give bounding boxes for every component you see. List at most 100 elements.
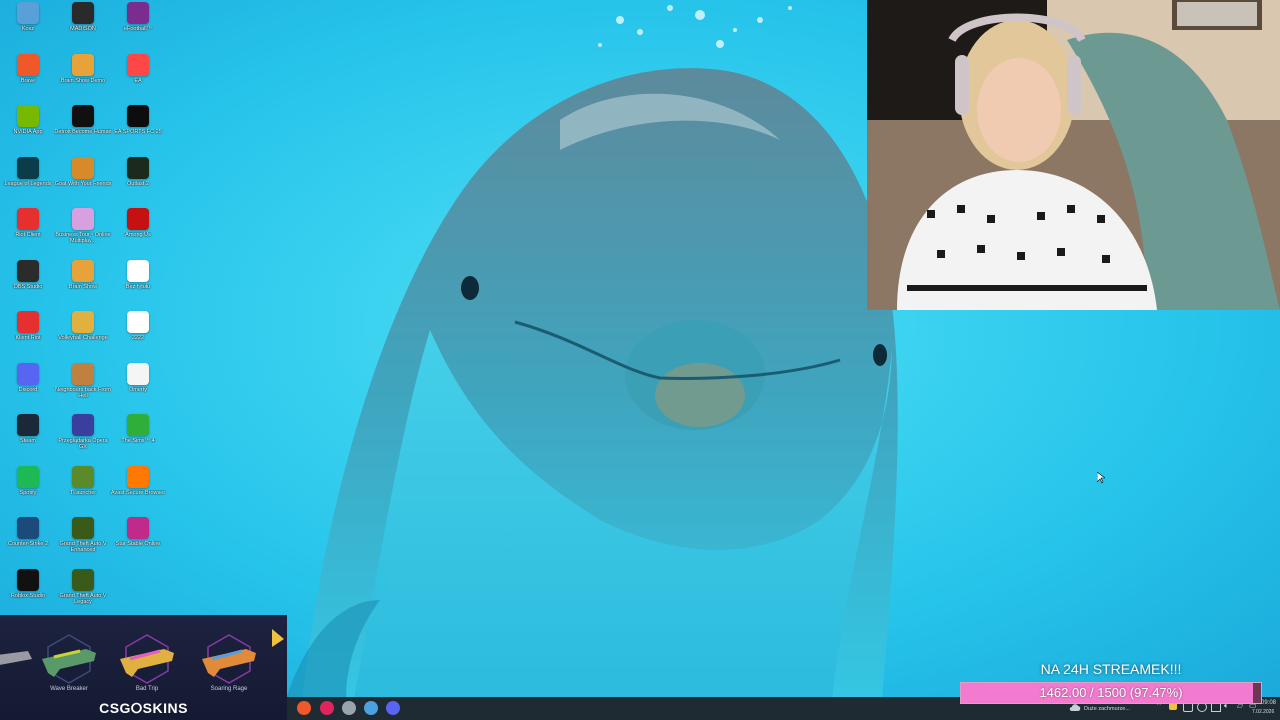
- among-us-icon: [127, 208, 149, 230]
- desktop-icon-label: Riot Client: [15, 232, 41, 238]
- desktop-icon[interactable]: Riot Client: [0, 208, 56, 258]
- skin-card[interactable]: Soaring Rage: [200, 629, 258, 693]
- brain-show-icon: [72, 53, 94, 76]
- weather-text[interactable]: Duże zachmurze...: [1084, 706, 1130, 712]
- desktop-icon[interactable]: Steam: [0, 414, 56, 464]
- desktop-icon[interactable]: eFootball™: [110, 2, 166, 52]
- star-stable-icon: [127, 517, 149, 539]
- gta-icon: [72, 568, 94, 591]
- desktop-icon[interactable]: TLauncher: [55, 465, 111, 516]
- desktop-icon-label: Detroit Become Human: [54, 129, 112, 135]
- gta-icon: [72, 517, 94, 539]
- rifle-skin-image: [42, 634, 96, 684]
- desktop-icon[interactable]: 2222: [110, 311, 166, 361]
- opera-gx-icon[interactable]: [320, 701, 334, 715]
- brave-icon: [17, 53, 39, 76]
- csgoskins-widget[interactable]: Wave Breaker Bad Trip Soaring Rage CSG⭘S…: [0, 615, 287, 720]
- fc25-icon: [127, 105, 149, 127]
- skin-card[interactable]: Bad Trip: [118, 629, 176, 693]
- webcam-overlay: [867, 0, 1280, 310]
- tlauncher-icon: [72, 465, 94, 488]
- roblox-icon: [17, 568, 39, 591]
- clock-date[interactable]: 7.02.2026: [1252, 709, 1274, 715]
- webcam-feed-image: [867, 0, 1280, 310]
- desktop-icon-label: Goat With Your Friends: [54, 180, 112, 187]
- desktop-icon-label: Przeglądarka Opera GX: [58, 438, 108, 450]
- obs-icon: [17, 259, 39, 282]
- desktop-icon-label: Kosz: [21, 26, 35, 32]
- sims-icon: [127, 414, 149, 436]
- desktop-icon[interactable]: Star Stable Online: [110, 517, 166, 567]
- desktop-icon-label: TLauncher: [69, 489, 97, 496]
- desktop-icon[interactable]: Grand Theft Auto V Enhanced: [55, 517, 111, 567]
- desktop-icon-label: Omerty: [128, 386, 148, 393]
- chrome-icon[interactable]: [364, 701, 378, 715]
- desktop-icon-label: Star Stable Online: [115, 541, 161, 547]
- desktop-icon[interactable]: Spotify: [0, 465, 56, 516]
- desktop-icon[interactable]: Goat With Your Friends: [54, 156, 112, 207]
- desktop-icon-label: Bez tytułu: [125, 283, 151, 290]
- desktop-icon[interactable]: Kosz: [0, 2, 56, 52]
- subgoal-progress-bar: 1462.00 / 1500 (97.47%): [960, 682, 1262, 704]
- ea-icon: [127, 53, 149, 76]
- desktop-icon[interactable]: Brave: [0, 53, 56, 104]
- brave-icon[interactable]: [297, 701, 311, 715]
- desktop-icon[interactable]: EA: [110, 53, 166, 104]
- omerty-icon: [127, 362, 149, 385]
- desktop-icon[interactable]: Among Us: [110, 208, 166, 258]
- desktop-icon[interactable]: Neighbours back From Hell: [55, 362, 111, 413]
- arrow-decoration-icon: [272, 629, 284, 647]
- desktop-icon[interactable]: Business Tour - Online Multiplay...: [55, 208, 111, 258]
- desktop-icon[interactable]: Klient Riot: [0, 311, 56, 361]
- desktop-icon[interactable]: OBS Studio: [0, 259, 56, 310]
- desktop-icon[interactable]: Brain Show Demo: [55, 53, 111, 104]
- desktop-icon-label: OBS Studio: [13, 283, 43, 290]
- skin-card[interactable]: Wave Breaker: [40, 629, 98, 693]
- desktop-icon[interactable]: Volleyball Challenge: [55, 311, 111, 361]
- desktop-icon-label: EA SPORTS FC 25: [114, 129, 162, 135]
- desktop-icon-label: NVIDIA App: [13, 129, 43, 135]
- desktop-icon[interactable]: EA SPORTS FC 25: [110, 105, 166, 155]
- skin-card-partial[interactable]: [0, 629, 36, 693]
- subgoal-progress-text: 1462.00 / 1500 (97.47%): [1039, 685, 1183, 700]
- desktop-icon-label: eFootball™: [123, 26, 153, 32]
- desktop-icon[interactable]: Brain Show: [55, 259, 111, 310]
- neighbours-icon: [72, 362, 94, 385]
- desktop-icon[interactable]: Counter-Strike 2: [0, 517, 56, 567]
- desktop-icon[interactable]: League of Legends: [0, 156, 56, 207]
- desktop-icon[interactable]: The Sims™ 4: [110, 414, 166, 464]
- steam-icon: [17, 414, 39, 436]
- opera-gx-icon: [72, 414, 94, 436]
- desktop-icon-label: Discord: [18, 386, 38, 393]
- outlast-icon: [127, 156, 149, 179]
- desktop-icon-label: League of Legends: [4, 180, 52, 187]
- skin-name: Wave Breaker: [50, 686, 88, 692]
- text-file-icon: [127, 311, 149, 333]
- riot-icon: [17, 311, 39, 333]
- desktop-icon-label: Business Tour - Online Multiplay...: [55, 232, 111, 244]
- desktop-icon[interactable]: Grand Theft Auto V Legacy: [55, 568, 111, 619]
- settings-icon[interactable]: [342, 701, 356, 715]
- goat-icon: [72, 156, 94, 179]
- rifle-skin-image: [202, 634, 256, 684]
- cs2-icon: [17, 517, 39, 539]
- rifle-skin-image: [120, 634, 174, 684]
- desktop-icon[interactable]: Detroit Become Human: [54, 105, 112, 155]
- desktop-icon-label: Avast Secure Browser: [110, 489, 166, 496]
- desktop-icon[interactable]: Discord: [0, 362, 56, 413]
- desktop-icon[interactable]: Omerty: [110, 362, 166, 413]
- desktop-icon[interactable]: Przeglądarka Opera GX: [55, 414, 111, 464]
- desktop-icon-label: EA: [134, 77, 142, 84]
- desktop-icon[interactable]: MADISON: [55, 2, 111, 52]
- desktop-icon[interactable]: NVIDIA App: [0, 105, 56, 155]
- riot-icon: [17, 208, 39, 230]
- recycle-bin-icon: [17, 2, 39, 24]
- spotify-icon: [17, 465, 39, 488]
- desktop-icon[interactable]: Bez tytułu: [110, 259, 166, 310]
- desktop-icon[interactable]: Roblox Studio: [0, 568, 56, 619]
- desktop-icon-label: Outlast 2: [126, 180, 149, 187]
- discord-icon[interactable]: [386, 701, 400, 715]
- desktop-icon-label: Neighbours back From Hell: [55, 386, 111, 399]
- desktop-icon[interactable]: Outlast 2: [110, 156, 166, 207]
- desktop-icon[interactable]: Avast Secure Browser: [110, 465, 166, 516]
